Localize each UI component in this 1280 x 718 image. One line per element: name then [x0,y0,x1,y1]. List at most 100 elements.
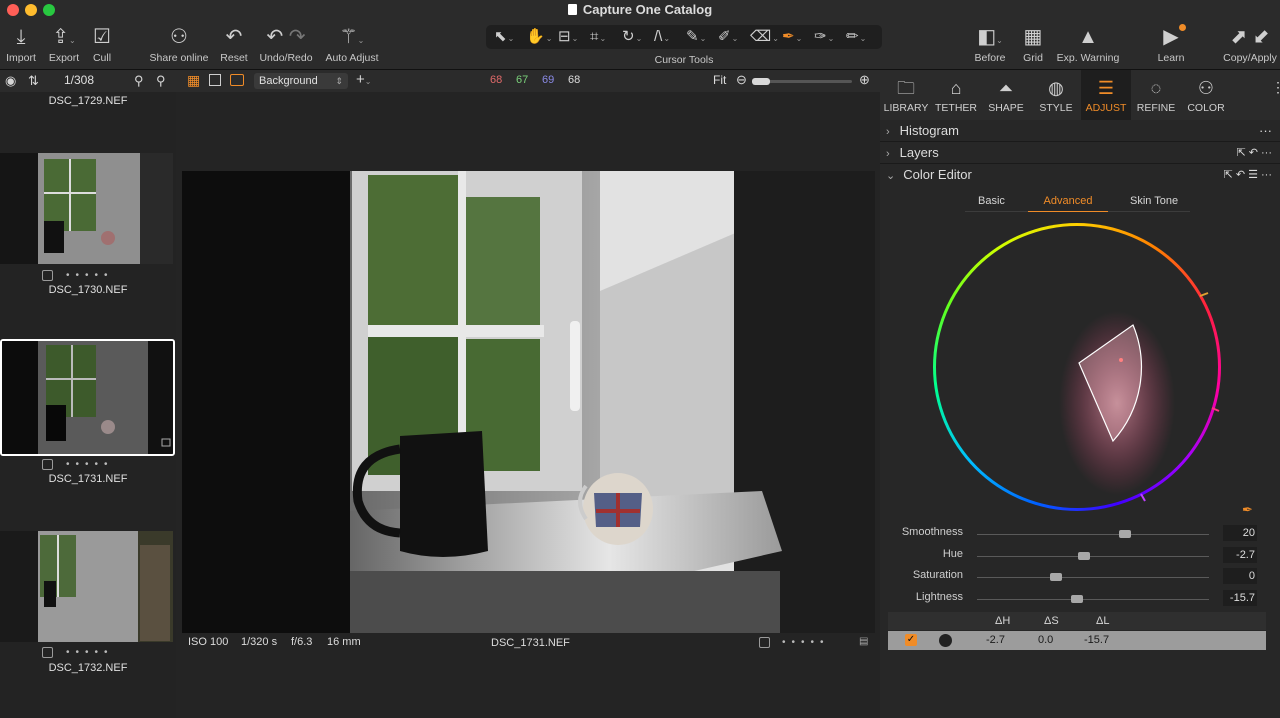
readout-green: 67 [516,74,529,86]
import-button[interactable]: ⤓ Import [4,24,38,64]
saturation-label: Saturation [912,569,963,581]
footer-rating-dots[interactable]: ••••• [782,637,830,648]
histogram-section[interactable]: › Histogram ··· [880,120,1280,142]
slider-knob[interactable] [1049,573,1062,581]
tab-style[interactable]: ◍ STYLE [1031,70,1081,120]
select-checkbox[interactable] [42,459,53,470]
select-checkbox[interactable] [42,647,53,658]
lightness-label: Lightness [915,591,963,603]
thumbnail-dsc-1732[interactable] [0,531,173,642]
layers-section[interactable]: › Layers ⇱ ↶ ··· [880,142,1280,164]
slider-knob[interactable] [1070,595,1083,603]
rating-dots[interactable]: ••••• [66,270,114,281]
grid-button[interactable]: ▦ Grid [1018,24,1048,64]
reset-button[interactable]: ↶ Reset [218,24,250,64]
picker-icon[interactable]: ✑⌄ [814,27,834,47]
brush-icon[interactable]: ✎⌄ [686,27,706,47]
rotate-icon[interactable]: ↻⌄ [622,27,642,47]
lightness-slider[interactable] [977,595,1209,603]
close-window-button[interactable] [7,4,19,16]
tab-adjust[interactable]: ☰ ADJUST [1081,70,1131,120]
hue-value[interactable]: -2.7 [1223,547,1257,563]
more-dots-icon[interactable]: ··· [1259,120,1272,142]
color-picker-icon[interactable]: ✒ [1242,502,1253,518]
exp-warning-button[interactable]: ▲ Exp. Warning [1056,24,1120,64]
saturation-slider[interactable] [977,573,1209,581]
lightness-value[interactable]: -15.7 [1223,590,1257,606]
filter-search-icon[interactable]: ⚲ [156,73,166,89]
tab-tether[interactable]: ⌂ TETHER [931,70,981,120]
thumbnail-filename: DSC_1730.NEF [48,284,128,296]
layer-actions-icon[interactable]: ⇱ ↶ ··· [1236,142,1272,164]
zoom-slider-knob[interactable] [752,78,770,85]
thumbnail-dsc-1731-selected[interactable] [0,339,175,456]
zoom-label[interactable]: Fit [713,73,726,87]
auto-adjust-button[interactable]: ⚚⌄ Auto Adjust [323,24,381,64]
chevron-right-icon: › [886,126,890,138]
select-checkbox[interactable] [42,270,53,281]
color-range-row[interactable]: ✓ -2.7 0.0 -15.7 [888,631,1266,650]
smoothness-slider[interactable] [977,530,1209,538]
share-online-button[interactable]: ⚇ Share online [147,24,211,64]
copy-apply-button[interactable]: ⬈ ⬋ Copy/Apply [1222,24,1278,64]
zoom-out-icon[interactable]: ⊖ [736,72,747,88]
loupe-icon[interactable]: ⊟⌄ [558,27,578,47]
zoom-in-icon[interactable]: ⊕ [859,72,870,88]
smoothness-label: Smoothness [901,526,963,538]
readout-red: 68 [490,74,503,86]
minimize-window-button[interactable] [25,4,37,16]
annotation-icon[interactable]: ✏⌄ [846,27,866,47]
color-editor-section[interactable]: ⌄ Color Editor ⇱ ↶ ☰ ··· [880,164,1280,186]
export-button[interactable]: ⇪⌄ Export [46,24,82,64]
tab-library[interactable]: 🗀 LIBRARY [881,70,931,120]
rating-dots[interactable]: ••••• [66,647,114,658]
smoothness-value[interactable]: 20 [1223,525,1257,541]
multi-view-icon[interactable]: ▦ [187,73,200,87]
color-editor-actions-icon[interactable]: ⇱ ↶ ☰ ··· [1224,164,1272,186]
saturation-value[interactable]: 0 [1223,568,1257,584]
eye-icon[interactable]: ◉ [5,73,16,89]
photo-window-jugs [182,171,875,633]
footer-focal-length: 16 mm [327,636,361,648]
slider-knob[interactable] [1077,552,1090,560]
slider-knob[interactable] [1119,530,1132,538]
metadata-icon[interactable]: ▤ [859,636,868,647]
thumbnail-filename: DSC_1731.NEF [48,473,128,485]
sort-icon[interactable]: ⇅ [28,73,39,89]
single-view-icon[interactable] [209,74,221,86]
before-button[interactable]: ◧⌄ Before [968,24,1012,64]
learn-button[interactable]: ▶ Learn [1152,24,1190,64]
layer-select[interactable]: Background ⇕ [254,73,348,89]
select-cursor-icon[interactable]: ⬉⌄ [494,27,514,47]
color-wheel[interactable] [933,223,1221,511]
undo-redo-button[interactable]: ↶ ↷ Undo/Redo [258,24,314,64]
color-picker-active-icon[interactable]: ✒⌄ [782,27,802,47]
tabs-more-icon[interactable]: ⋮ [1271,80,1280,94]
thumbnail-dsc-1730[interactable] [0,153,173,264]
tab-skin-tone[interactable]: Skin Tone [1130,195,1178,207]
hue-slider[interactable] [977,552,1209,560]
keystone-icon[interactable]: /\⌄ [654,27,670,47]
add-layer-icon[interactable]: +⌄ [356,71,371,88]
enable-checkbox[interactable]: ✓ [905,634,917,646]
eraser-icon[interactable]: ⌫⌄ [750,27,779,47]
image-browser: DSC_1729.NEF ••••• DSC_1730.NEF ••••• DS… [0,92,176,718]
search-icon[interactable]: ⚲ [134,73,144,89]
tab-advanced[interactable]: Advanced [1028,195,1108,212]
tab-basic[interactable]: Basic [978,195,1005,207]
heal-icon[interactable]: ✐⌄ [718,27,738,47]
zoom-slider[interactable] [752,78,852,85]
footer-select-checkbox[interactable] [759,637,770,648]
proof-view-icon[interactable] [230,74,244,86]
main-photo[interactable] [182,171,875,633]
cull-button[interactable]: ☑ Cull [88,24,116,64]
magic-wand-icon: ⚚⌄ [339,26,365,48]
tab-shape[interactable]: ⏶ SHAPE [981,70,1031,120]
zoom-window-button[interactable] [43,4,55,16]
rating-dots[interactable]: ••••• [66,459,114,470]
crop-icon[interactable]: ⌗⌄ [590,27,606,47]
tab-color[interactable]: ⚇ COLOR [1181,70,1231,120]
tab-refine[interactable]: ◌ REFINE [1131,70,1181,120]
import-icon: ⤓ [16,26,26,48]
pan-hand-icon[interactable]: ✋⌄ [526,27,552,47]
